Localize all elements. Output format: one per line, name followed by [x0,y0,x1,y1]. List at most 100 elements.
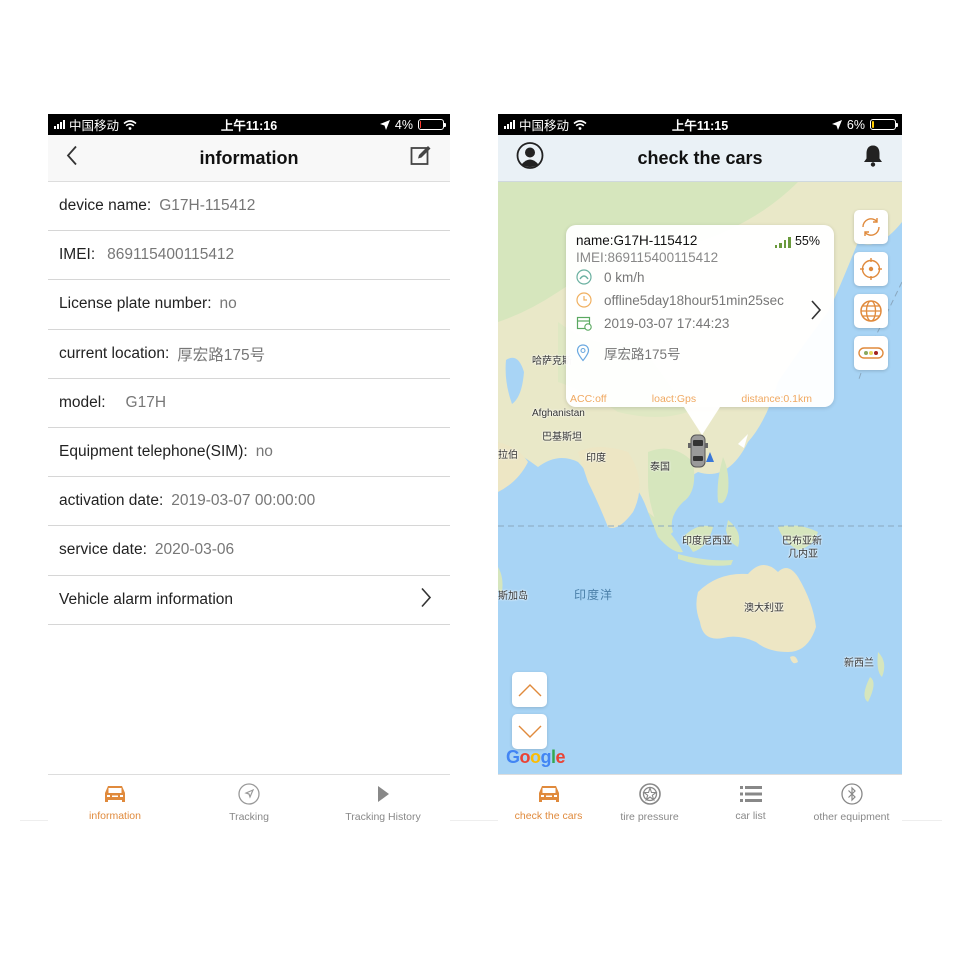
tab-other-equipment[interactable]: other equipment [801,775,902,830]
map-view[interactable]: 哈萨克斯 Afghanistan 巴基斯坦 拉伯 印度 泰国 印度尼西亚 巴布亚… [498,182,902,774]
map-type-button[interactable] [854,294,888,328]
google-logo: Google [506,747,566,767]
popup-imei: IMEI:869115400115412 [576,250,719,265]
field-value: 2020-03-06 [154,541,235,559]
back-button[interactable] [66,145,78,171]
tab-tracking[interactable]: Tracking [182,775,316,830]
navigation-bar: check the cars [498,135,902,182]
page-title: check the cars [637,147,763,168]
field-value: G17H [125,393,167,411]
field-value: 2019-03-07 00:00:00 [171,492,316,510]
vehicle-marker[interactable] [688,434,714,473]
car-icon [538,785,559,802]
field-label: IMEI: [59,246,96,264]
map-label: 澳大利亚 [744,603,784,614]
zoom-in-button[interactable] [512,672,547,707]
popup-footer: ACC:off loact:Gps distance:0.1km [570,393,812,405]
tab-label: tire pressure [620,810,679,823]
field-label: model: [59,393,106,411]
signal-strength-icon [774,237,791,248]
battery-icon [418,119,446,130]
check-cars-screen: 中国移动 上午11:15 6% check the cars 哈萨克斯 Afgh… [498,114,902,830]
vehicle-alarm-info-row[interactable]: Vehicle alarm information [48,576,450,625]
carrier-name: 中国移动 [69,119,120,133]
carrier-name: 中国移动 [519,119,570,133]
field-value: G17H-115412 [159,197,256,215]
popup-speed-row: 0 km/h [576,269,824,285]
clock: 上午11:16 [220,119,278,133]
popup-address-row: 厚宏路175号 [576,343,824,363]
chevron-left-icon [66,145,77,166]
info-row-sim: Equipment telephone(SIM): no [48,428,450,478]
tab-car-list[interactable]: car list [700,775,801,830]
bottom-tab-bar: information Tracking Tracking History [48,774,450,830]
wifi-icon [123,119,137,130]
field-value: no [219,295,237,313]
popup-acc-status: ACC:off [570,393,607,405]
traffic-button[interactable] [854,336,888,370]
edit-button[interactable] [410,145,432,172]
profile-button[interactable] [516,142,544,175]
crosshair-icon [860,258,882,280]
device-info-list: device name: G17H-115412 IMEI: 86911540011… [48,182,450,625]
tire-icon [638,782,661,805]
divider [20,820,48,821]
popup-locate-mode: loact:Gps [651,393,697,405]
traffic-light-icon [858,347,884,359]
alarm-row-label: Vehicle alarm information [59,590,234,608]
car-top-view-icon [688,434,708,468]
field-label: Equipment telephone(SIM): [59,443,248,461]
bluetooth-icon [840,782,863,805]
vehicle-info-popup[interactable]: name:G17H-115412 55% IMEI:86911540011541… [566,225,834,435]
refresh-button[interactable] [854,210,888,244]
status-bar: 中国移动 上午11:15 6% [498,114,902,135]
status-bar: 中国移动 上午11:16 4% [48,114,450,135]
page-title: information [199,147,299,168]
gps-pin-icon [706,452,714,462]
map-label: 印度 [586,453,606,464]
map-pin-icon [576,344,590,362]
tab-label: Tracking [229,810,269,823]
list-icon [739,785,762,802]
tab-check-the-cars[interactable]: check the cars [498,775,599,830]
tab-tracking-history[interactable]: Tracking History [316,775,450,830]
tab-label: information [89,809,141,822]
info-row-device-name: device name: G17H-115412 [48,182,450,232]
field-value: 869115400115412 [107,246,235,264]
notifications-button[interactable] [862,144,884,173]
field-label: License plate number: [59,295,212,313]
map-label: 斯加岛 [498,591,528,602]
bell-icon [864,145,882,167]
popup-datetime: 2019-03-07 17:44:23 [604,315,730,331]
ocean-label: 印度洋 [574,588,614,602]
user-avatar-icon [516,142,544,169]
chevron-right-icon [420,587,432,612]
popup-speed: 0 km/h [604,269,645,285]
chevron-down-icon [518,725,541,738]
refresh-icon [862,218,880,236]
map-label: 新西兰 [844,658,874,669]
tab-tire-pressure[interactable]: tire pressure [599,775,700,830]
field-value: no [255,443,273,461]
wifi-icon [573,119,587,130]
zoom-out-button[interactable] [512,714,547,749]
chevron-up-icon [518,683,541,696]
edit-icon [410,146,431,165]
info-row-current-location: current location: 厚宏路175号 [48,330,450,379]
clock-icon [576,292,592,308]
tab-label: check the cars [514,809,583,822]
battery-icon [870,119,898,130]
navigation-arrow-icon [238,782,260,805]
info-row-license-plate: License plate number: no [48,280,450,330]
info-row-service-date: service date: 2020-03-06 [48,526,450,576]
map-label: 泰国 [650,462,670,473]
field-value: 厚宏路175号 [177,346,266,364]
tab-information[interactable]: information [48,775,182,830]
chevron-right-icon[interactable] [810,300,822,325]
locate-button[interactable] [854,252,888,286]
field-label: current location: [59,344,170,362]
bottom-tab-bar: check the cars tire pressure car list ot… [498,774,902,830]
map-label: Afghanistan [532,408,585,419]
popup-status-row[interactable]: offline5day18hour51min25sec [576,292,824,308]
globe-icon [860,300,882,322]
